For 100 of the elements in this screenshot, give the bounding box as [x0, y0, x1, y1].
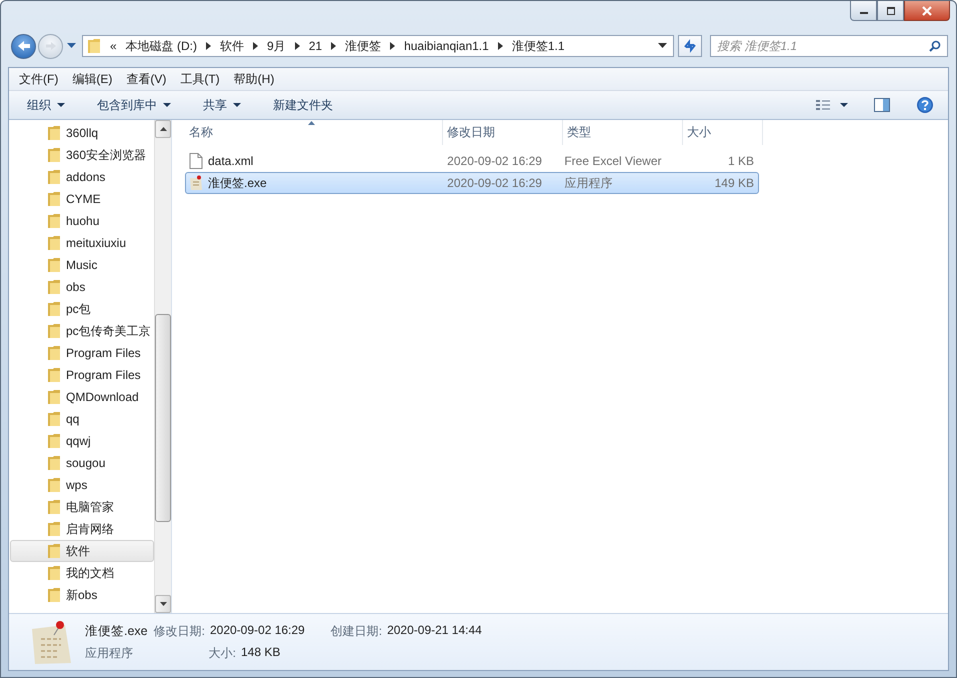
sidebar-item[interactable]: addons	[10, 166, 154, 188]
breadcrumb-item[interactable]: huaibianqian1.1	[404, 39, 489, 53]
folder-icon	[47, 521, 61, 537]
pane-icon	[874, 98, 890, 112]
note-icon	[29, 619, 73, 665]
forward-arrow-icon	[44, 41, 56, 51]
sidebar-item[interactable]: Music	[10, 254, 154, 276]
column-header[interactable]: 大小	[683, 120, 763, 145]
close-icon	[921, 6, 933, 16]
refresh-button[interactable]	[678, 35, 702, 57]
sidebar-item[interactable]: pc包	[10, 298, 154, 320]
folder-icon	[47, 587, 61, 603]
menu-item[interactable]: 编辑(E)	[65, 70, 120, 88]
chevron-icon[interactable]	[294, 42, 300, 50]
back-arrow-icon	[16, 40, 30, 52]
detail-label: 修改日期:	[154, 622, 205, 640]
folder-icon	[47, 411, 61, 427]
address-bar[interactable]: « 本地磁盘 (D:) 软件 9月 21 淮便签 huaibianqian1.1 淮便签1.1	[82, 35, 674, 57]
sidebar-item[interactable]: 电脑管家	[10, 496, 154, 518]
column-header[interactable]: 类型	[563, 120, 683, 145]
menu-item[interactable]: 文件(F)	[12, 70, 66, 88]
folder-icon	[47, 257, 61, 273]
sidebar-item[interactable]: 软件	[10, 540, 154, 562]
sidebar-item[interactable]: pc包传奇美工京	[10, 320, 154, 342]
chevron-icon[interactable]	[498, 42, 503, 50]
folder-icon	[47, 499, 61, 515]
scrollbar[interactable]	[154, 120, 171, 613]
menu-item[interactable]: 工具(T)	[173, 70, 227, 88]
chevron-icon[interactable]	[253, 42, 258, 50]
folder-icon	[47, 389, 61, 405]
sidebar-item[interactable]: 启肯网络	[10, 518, 154, 540]
column-header[interactable]: 修改日期	[443, 120, 563, 145]
document-icon	[189, 153, 203, 169]
sidebar-item[interactable]: obs	[10, 276, 154, 298]
minimize-button[interactable]	[850, 1, 877, 21]
search-icon[interactable]	[929, 40, 941, 52]
close-button[interactable]	[904, 1, 950, 21]
sidebar-item[interactable]: 新obs	[10, 584, 154, 606]
breadcrumb-item[interactable]: 本地磁盘 (D:)	[126, 38, 198, 54]
detail-value: 2020-09-21 14:44	[387, 622, 482, 638]
chevron-icon[interactable]	[390, 42, 396, 50]
back-button[interactable]	[11, 34, 36, 58]
scroll-down-icon[interactable]	[160, 602, 166, 606]
toolbar-button[interactable]: 组织	[19, 94, 73, 116]
folder-icon	[47, 323, 61, 339]
toolbar-button[interactable]: 新建文件夹	[265, 94, 341, 116]
breadcrumb-item[interactable]: 软件	[220, 38, 244, 54]
menu-item[interactable]: 帮助(H)	[226, 70, 282, 88]
sidebar-item[interactable]: sougou	[10, 452, 154, 474]
breadcrumb-item[interactable]: 9月	[267, 38, 286, 54]
refresh-icon	[682, 39, 698, 53]
toolbar-button[interactable]: 包含到库中	[89, 94, 179, 116]
sidebar-item[interactable]: qqwj	[10, 430, 154, 452]
sidebar-item[interactable]: QMDownload	[10, 386, 154, 408]
toolbar-button[interactable]: 共享	[195, 94, 249, 116]
file-row[interactable]: data.xml 2020-09-02 16:29 Free Excel Viewer 1 KB	[185, 150, 759, 172]
breadcrumb-item[interactable]: 淮便签1.1	[512, 38, 564, 54]
folder-icon	[47, 301, 61, 317]
detail-label: 创建日期:	[330, 622, 382, 640]
caret-icon[interactable]	[658, 43, 667, 49]
menu-item[interactable]: 查看(V)	[119, 70, 174, 88]
breadcrumb-overflow[interactable]: «	[110, 39, 117, 53]
sidebar-item[interactable]: huohu	[10, 210, 154, 232]
folder-icon	[47, 455, 61, 471]
note-icon	[189, 175, 203, 191]
breadcrumb-item[interactable]: 21	[308, 39, 322, 53]
folder-icon	[47, 543, 61, 559]
sidebar-item[interactable]: wps	[10, 474, 154, 496]
sidebar-item[interactable]: meituxiuxiu	[10, 232, 154, 254]
sidebar-item[interactable]: Program Files	[10, 342, 154, 364]
help-icon	[916, 96, 934, 114]
file-row[interactable]: 淮便签.exe 2020-09-02 16:29 应用程序 149 KB	[185, 172, 759, 194]
sidebar-item[interactable]: Program Files	[10, 364, 154, 386]
caret-icon	[840, 102, 848, 108]
file-name: 淮便签.exe	[85, 622, 148, 640]
list-view-icon	[816, 99, 832, 111]
chevron-icon[interactable]	[331, 42, 336, 50]
maximize-button[interactable]	[877, 1, 904, 21]
detail-value: 148 KB	[240, 644, 280, 660]
folder-icon	[47, 169, 61, 185]
detail-value: 2020-09-02 16:29	[210, 622, 305, 638]
scroll-up-icon[interactable]	[160, 127, 166, 131]
sidebar-item[interactable]: CYME	[10, 188, 154, 210]
scrollbar-thumb[interactable]	[155, 314, 171, 522]
folder-icon	[47, 433, 61, 449]
folder-icon	[47, 279, 61, 295]
folder-icon	[47, 477, 61, 493]
caret-icon[interactable]	[67, 43, 76, 49]
folder-icon	[47, 125, 61, 141]
chevron-icon[interactable]	[206, 42, 212, 50]
search-field[interactable]: 搜索 淮便签1.1	[710, 35, 948, 57]
folder-icon	[87, 38, 101, 54]
sidebar-item[interactable]: 360llq	[10, 122, 154, 144]
breadcrumb-item[interactable]: 淮便签	[345, 38, 382, 54]
folder-icon	[47, 213, 61, 229]
sidebar-item[interactable]: 我的文档	[10, 562, 154, 584]
sidebar-item[interactable]: 360安全浏览器	[10, 144, 154, 166]
sidebar-item[interactable]: qq	[10, 408, 154, 430]
folder-icon	[47, 191, 61, 207]
column-header[interactable]: 名称	[185, 120, 443, 145]
